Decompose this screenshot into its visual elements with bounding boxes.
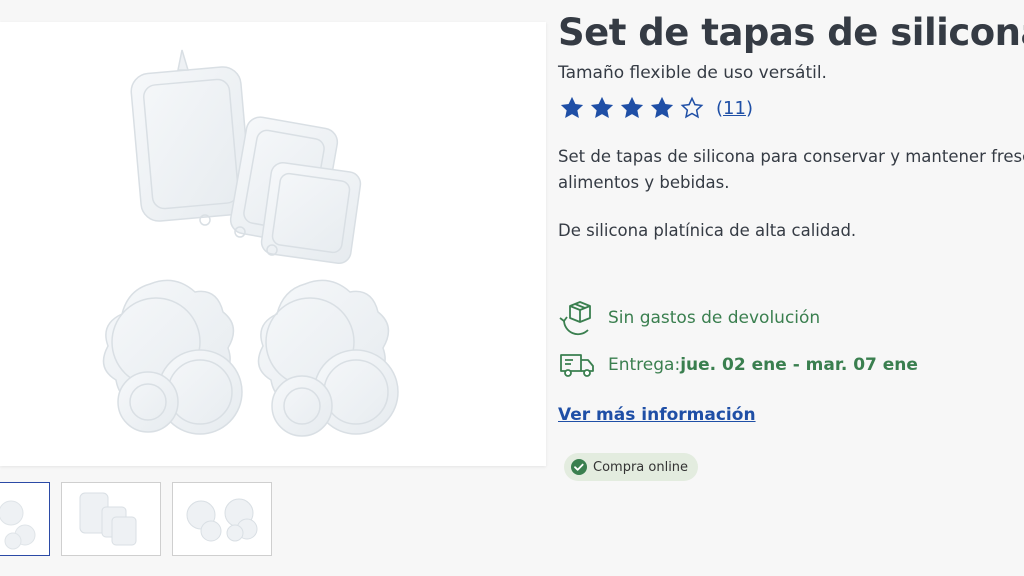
star-filled-icon bbox=[618, 94, 646, 122]
free-returns-row: Sin gastos de devolución bbox=[558, 300, 1024, 336]
delivery-row: Entrega: jue. 02 ene - mar. 07 ene bbox=[558, 347, 1024, 383]
thumbnail-3[interactable] bbox=[172, 482, 272, 556]
product-description-2: De silicona platínica de alta calidad. bbox=[558, 221, 857, 240]
thumbnail-2[interactable] bbox=[61, 482, 161, 556]
star-filled-icon bbox=[558, 94, 586, 122]
star-filled-icon bbox=[588, 94, 616, 122]
more-info-link[interactable]: Ver más información bbox=[558, 405, 756, 425]
product-subtitle: Tamaño flexible de uso versátil. bbox=[558, 63, 827, 83]
box-return-icon bbox=[558, 300, 598, 336]
product-main-image[interactable] bbox=[0, 22, 546, 466]
product-title: Set de tapas de silicona bbox=[558, 11, 1024, 54]
review-count-close: ) bbox=[745, 97, 753, 119]
truck-icon bbox=[558, 347, 598, 383]
product-description: Set de tapas de silicona para conservar … bbox=[558, 144, 1024, 196]
thumbnail-strip bbox=[0, 482, 272, 556]
review-count-link[interactable]: (11) bbox=[716, 98, 753, 119]
online-purchase-badge: Compra online bbox=[564, 453, 699, 481]
product-info: Set de tapas de silicona Tamaño flexible… bbox=[558, 10, 1024, 481]
star-filled-icon bbox=[648, 94, 676, 122]
delivery-dates: jue. 02 ene - mar. 07 ene bbox=[680, 355, 918, 375]
free-returns-label: Sin gastos de devolución bbox=[608, 308, 821, 328]
product-rating[interactable]: (11) bbox=[558, 94, 1024, 122]
product-page: Set de tapas de silicona Tamaño flexible… bbox=[0, 0, 1024, 576]
online-purchase-label: Compra online bbox=[593, 459, 689, 475]
check-circle-icon bbox=[570, 458, 588, 476]
description-line: Set de tapas de silicona para conservar … bbox=[558, 147, 1024, 166]
review-count-open: ( bbox=[716, 97, 724, 119]
star-empty-icon bbox=[678, 94, 706, 122]
review-count: 11 bbox=[723, 97, 746, 119]
delivery-label: Entrega: bbox=[608, 355, 681, 375]
description-line: alimentos y bebidas. bbox=[558, 173, 730, 192]
thumbnail-1[interactable] bbox=[0, 482, 50, 556]
